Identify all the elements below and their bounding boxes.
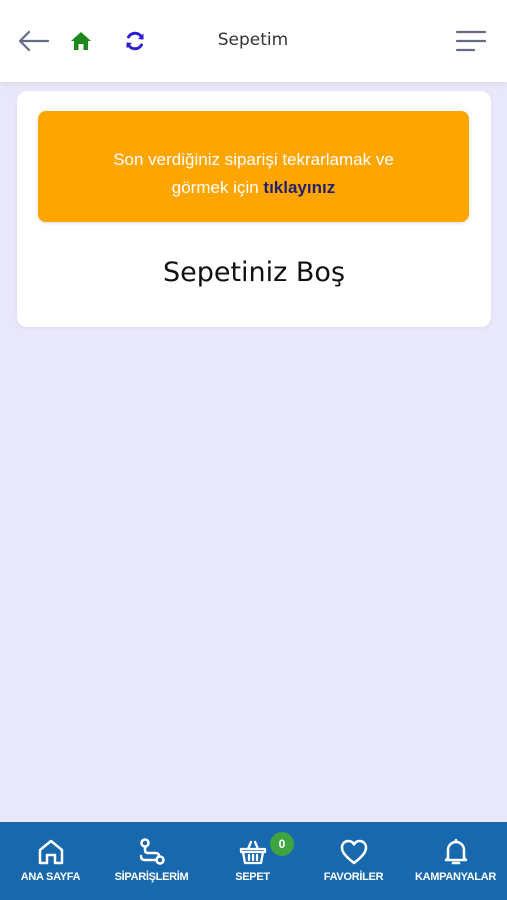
route-icon (139, 838, 165, 865)
back-button[interactable] (14, 22, 52, 60)
heart-icon (340, 839, 367, 865)
bottom-navigation: ANA SAYFA SİPARİŞLERİM 0 SEPET FAVORİLER… (0, 822, 507, 900)
nav-label-favorites: FAVORİLER (323, 871, 384, 883)
nav-label-orders: SİPARİŞLERİM (114, 871, 189, 883)
home-button[interactable] (64, 24, 98, 58)
arrow-left-icon (18, 30, 50, 52)
reorder-banner[interactable]: Son verdiğiniz siparişi tekrarlamak ve g… (38, 111, 469, 222)
hamburger-menu-icon (455, 30, 487, 52)
reorder-banner-prefix: görmek için (171, 178, 264, 197)
nav-item-orders[interactable]: SİPARİŞLERİM (101, 822, 202, 900)
cart-count-badge: 0 (270, 832, 294, 856)
reorder-banner-line1: Son verdiğiniz siparişi tekrarlamak ve (113, 150, 394, 169)
nav-label-campaigns: KAMPANYALAR (414, 871, 497, 883)
top-app-bar: Sepetim (0, 0, 507, 82)
cart-card: Son verdiğiniz siparişi tekrarlamak ve g… (17, 91, 491, 327)
empty-cart-message: Sepetiniz Boş (162, 257, 346, 288)
menu-button[interactable] (450, 22, 492, 60)
refresh-icon (126, 31, 144, 51)
nav-item-cart[interactable]: 0 SEPET (202, 822, 303, 900)
basket-icon (239, 840, 266, 865)
page-title: Sepetim (217, 30, 289, 50)
bell-icon (444, 838, 467, 865)
reorder-banner-text: Son verdiğiniz siparişi tekrarlamak ve g… (68, 146, 439, 202)
home-outline-icon (38, 839, 63, 865)
nav-item-campaigns[interactable]: KAMPANYALAR (404, 822, 507, 900)
home-icon (71, 32, 91, 50)
nav-item-home[interactable]: ANA SAYFA (0, 822, 101, 900)
nav-label-home: ANA SAYFA (20, 871, 81, 883)
nav-item-favorites[interactable]: FAVORİLER (303, 822, 404, 900)
reorder-link[interactable]: tıklayınız (263, 178, 335, 197)
refresh-button[interactable] (118, 24, 152, 58)
nav-label-cart: SEPET (235, 871, 270, 883)
